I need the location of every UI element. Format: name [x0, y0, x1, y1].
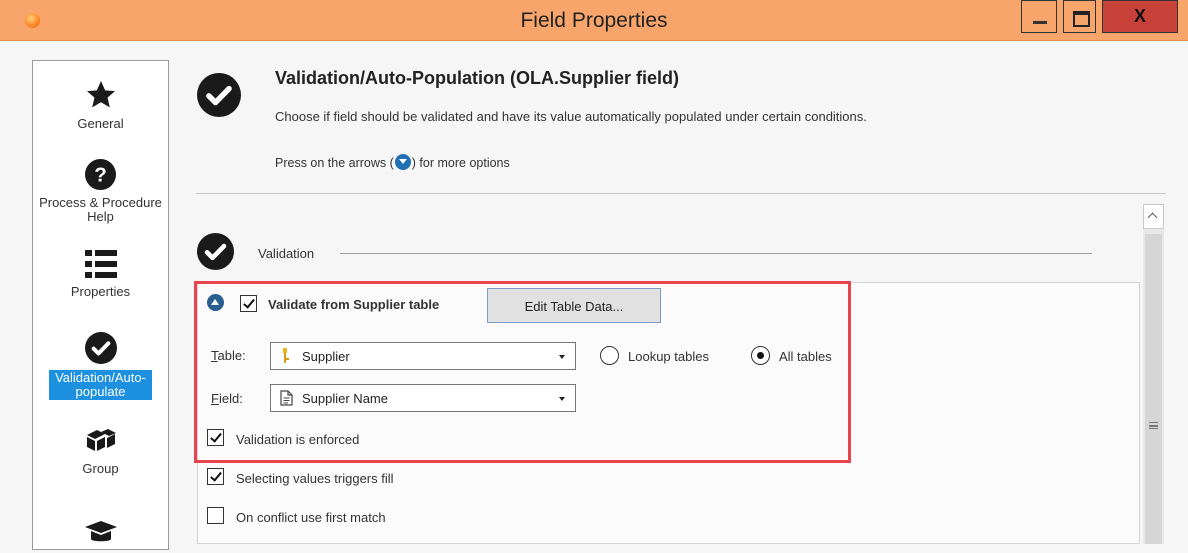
checkmark-icon	[197, 233, 234, 270]
hint-text-before: Press on the arrows (	[275, 156, 394, 170]
window-title: Field Properties	[520, 9, 668, 32]
minimize-button[interactable]	[1021, 0, 1057, 33]
checkmark-icon	[84, 332, 117, 364]
header-divider	[196, 193, 1166, 194]
sidebar: General ? Process & Procedure Help Prope…	[32, 60, 169, 550]
sidebar-item-validation[interactable]: Validation/Auto-populate	[33, 332, 168, 400]
list-icon	[84, 250, 117, 278]
sidebar-item-label: Process & Procedure Help	[39, 195, 162, 224]
scroll-thumb[interactable]	[1145, 234, 1162, 544]
sidebar-item-training[interactable]	[33, 519, 168, 553]
grip-icon	[1149, 422, 1158, 429]
sidebar-item-group[interactable]: Group	[33, 426, 168, 476]
highlight-box	[194, 281, 851, 463]
checkmark-icon	[197, 73, 241, 117]
hint-text-after: ) for more options	[411, 156, 510, 170]
group-icon	[86, 429, 116, 451]
sidebar-item-process-help[interactable]: ? Process & Procedure Help	[33, 159, 168, 224]
sidebar-item-label: General	[77, 116, 124, 131]
close-button[interactable]: X	[1102, 0, 1178, 33]
page-description: Choose if field should be validated and …	[275, 109, 867, 124]
vertical-scrollbar[interactable]	[1143, 204, 1164, 544]
first-match-checkbox[interactable]	[207, 507, 224, 524]
options-hint: Press on the arrows ( ) for more options	[275, 154, 510, 170]
triggers-fill-label: Selecting values triggers fill	[236, 471, 394, 486]
question-icon: ?	[85, 159, 116, 190]
graduation-cap-icon	[84, 521, 117, 542]
page-title: Validation/Auto-Population (OLA.Supplier…	[275, 68, 679, 88]
sidebar-item-properties[interactable]: Properties	[33, 249, 168, 299]
sidebar-item-label: Group	[82, 461, 119, 476]
section-title: Validation	[258, 246, 315, 261]
arrow-icon	[394, 154, 411, 170]
sidebar-item-label: Properties	[70, 284, 131, 299]
triggers-fill-checkbox[interactable]	[207, 468, 224, 485]
first-match-label: On conflict use first match	[236, 510, 386, 525]
svg-text:?: ?	[94, 164, 107, 187]
sidebar-item-label: Validation/Auto-populate	[49, 370, 152, 400]
maximize-button[interactable]	[1063, 0, 1096, 33]
section-divider	[340, 253, 1092, 254]
sidebar-item-general[interactable]: General	[33, 79, 168, 131]
scroll-up-button[interactable]	[1143, 204, 1164, 229]
star-icon	[86, 81, 115, 108]
title-bar: Field Properties X	[0, 0, 1188, 41]
